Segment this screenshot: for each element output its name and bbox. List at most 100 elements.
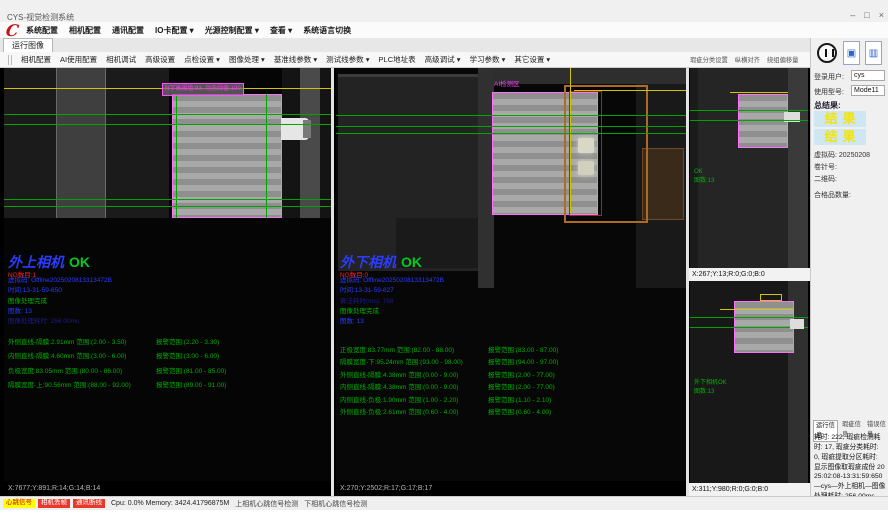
info-line: 图像处理完成 xyxy=(340,307,444,317)
title-bar: CYS-视觉检测系统 – □ × xyxy=(0,0,888,23)
tab-run-image[interactable]: 运行图像 xyxy=(3,38,53,53)
alarm-range: 报警范围:(1.10 - 2.10) xyxy=(488,394,551,406)
toolbar-right-label[interactable]: 瑕疵分类设置 xyxy=(690,55,728,64)
pause-button[interactable] xyxy=(817,43,837,63)
toolbar-item[interactable]: 其它设置 ▾ xyxy=(514,54,550,65)
menu-item[interactable]: 通讯配置 xyxy=(112,25,144,36)
preview-view-bottom[interactable]: 外下相机OK图数:13 xyxy=(690,281,808,483)
toolbar-item[interactable]: 点检设置 ▾ xyxy=(184,54,220,65)
result-ok-badge: OK xyxy=(401,254,422,270)
alarm-range: 报警范围:(94.00 - 97.00) xyxy=(488,356,558,368)
image-workspace: N字高阈值:93, 动态阈值:100 外上相机OK NG数目:1 虚拟码: Of… xyxy=(0,68,810,496)
status-badge[interactable]: 通讯断线 xyxy=(73,499,105,508)
info-line: 图数: 13 xyxy=(8,307,112,317)
close-icon[interactable]: × xyxy=(879,10,884,20)
menu-item[interactable]: 相机配置 xyxy=(69,25,101,36)
info-line: 图像处理完成 xyxy=(8,297,112,307)
needle-number-label: 卷针号: xyxy=(814,162,837,172)
machine-column xyxy=(56,68,106,218)
grid-view-button[interactable]: ▥ xyxy=(865,41,882,65)
measurement-list: 外侧直线-隔膜:2.91mm 范围:(2.00 - 3.50) 报警范围:(2.… xyxy=(8,336,226,393)
model-label: 使用型号: xyxy=(814,87,844,97)
menu-item[interactable]: 光源控制配置 ▾ xyxy=(205,25,259,36)
info-line: 虚拟码: Offline2025020813313472B xyxy=(340,276,444,286)
maximize-icon[interactable]: □ xyxy=(864,10,869,20)
measurement-value: 外侧直线-隔膜:2.91mm 范围:(2.00 - 3.50) xyxy=(8,336,156,350)
menu-item[interactable]: IO卡配置 ▾ xyxy=(155,25,194,36)
toolbar-item[interactable]: PLC地址表 xyxy=(379,54,416,65)
measurement-value: 内侧直线-隔膜:4.38mm 范围:(0.00 - 9.00) xyxy=(340,381,488,393)
mini-line: 图数:13 xyxy=(694,177,714,186)
machine-bar xyxy=(300,68,320,218)
image-view-button[interactable]: ▣ xyxy=(843,41,860,65)
toolbar-item[interactable]: AI使用配置 xyxy=(60,54,97,65)
cpu-memory-status: Cpu: 0.0% Memory: 3424.41796875M xyxy=(111,500,229,507)
run-info-text: 耗时: 222, 瑕疵检测耗时: 17, 瑕疵分类耗时: 0, 瑕疵提取分区耗时… xyxy=(814,433,886,502)
preview-column xyxy=(788,68,808,268)
toolbar-right-labels: 瑕疵分类设置纵横对齐绕组偏移量 xyxy=(690,55,798,64)
measurement-row: 外侧直线-隔膜:4.38mm 范围:(0.00 - 9.00) 报警范围:(2.… xyxy=(340,369,558,381)
measure-line xyxy=(4,199,331,200)
view-separator[interactable] xyxy=(686,68,689,496)
measure-line xyxy=(336,115,686,116)
tab-connector-clip xyxy=(303,120,311,138)
minimize-icon[interactable]: – xyxy=(850,10,855,20)
toolbar-item[interactable]: 学习参数 ▾ xyxy=(469,54,505,65)
status-badge[interactable]: 心跳信号 xyxy=(3,499,35,508)
alarm-range: 报警范围:(3.00 - 6.00) xyxy=(156,350,219,364)
status-badge[interactable]: 相机丢帧 xyxy=(38,499,70,508)
total-result-label: 总结果: xyxy=(814,100,841,111)
info-line: 虚拟码: Offline2025020813313472B xyxy=(8,276,112,286)
status-badges: 心跳信号相机丢帧通讯断线 xyxy=(3,499,105,508)
cursor-coords-preview-bottom: X:311;Y:980;R:0;G:0;B:0 xyxy=(689,483,810,496)
measurement-value: 负极宽度:83.05mm 范围:(80.00 - 86.00) xyxy=(8,365,156,379)
toolbar-right-label[interactable]: 纵横对齐 xyxy=(735,55,760,64)
tab-connector xyxy=(790,319,804,329)
preview-status-text: 外下相机OK图数:13 xyxy=(694,379,727,396)
toolbar-right-label[interactable]: 绕组偏移量 xyxy=(767,55,798,64)
measurement-value: 外侧直线-负极:2.61mm 范围:(0.60 - 4.00) xyxy=(340,406,488,418)
measure-line-vertical xyxy=(266,94,267,218)
upper-camera-heartbeat: 上相机心跳信号检测 xyxy=(235,499,298,509)
alarm-range: 报警范围:(2.00 - 77.00) xyxy=(488,369,555,381)
toolbar-grip[interactable] xyxy=(8,55,12,65)
toolbar-item[interactable]: 相机调试 xyxy=(106,54,136,65)
inner-roi-box xyxy=(569,91,602,216)
login-user-field[interactable]: cys xyxy=(851,70,885,81)
menu-item[interactable]: 系统配置 xyxy=(26,25,58,36)
qr-code-label: 二维码: xyxy=(814,174,837,184)
capture-info: 虚拟码: Offline2025020813313472B时间:13-31-59… xyxy=(340,276,444,327)
virtual-code-line: 虚拟码: 20250208 xyxy=(814,150,870,160)
measurement-row: 外侧直线-隔膜:2.91mm 范围:(2.00 - 3.50) 报警范围:(2.… xyxy=(8,336,226,350)
reflection-spot xyxy=(578,138,594,153)
alarm-range: 报警范围:(2.20 - 3.30) xyxy=(156,336,219,350)
measurement-row: 负极宽度:83.05mm 范围:(80.00 - 86.00) 报警范围:(81… xyxy=(8,365,226,379)
alarm-range: 报警范围:(83.00 - 87.00) xyxy=(488,344,558,356)
measure-line xyxy=(690,110,808,111)
measure-line xyxy=(4,114,331,115)
measure-line xyxy=(690,317,808,318)
toolbar-item[interactable]: 图像处理 ▾ xyxy=(229,54,265,65)
model-field[interactable]: Mode11 xyxy=(851,85,885,96)
lower-camera-heartbeat: 下相机心跳信号检测 xyxy=(304,499,367,509)
toolbar-item[interactable]: 基准线参数 ▾ xyxy=(274,54,317,65)
camera-view-upper[interactable]: N字高阈值:93, 动态阈值:100 外上相机OK NG数目:1 虚拟码: Of… xyxy=(4,68,331,481)
camera-view-lower[interactable]: AI检测区 外下相机OK NG数目:0 虚拟码: Offline20250208… xyxy=(336,68,686,481)
toolbar-item[interactable]: 高级调试 ▾ xyxy=(425,54,461,65)
measurement-row: 隔膜宽度-上:90.56mm 范围:(88.00 - 92.00) 报警范围:(… xyxy=(8,379,226,393)
menu-item[interactable]: 系统语言切换 xyxy=(303,25,351,36)
measure-line xyxy=(4,124,331,125)
capture-info: 虚拟码: Offline2025020813313472B时间:13-31-59… xyxy=(8,276,112,327)
toolbar-item[interactable]: 相机配置 xyxy=(21,54,51,65)
info-line: 图像处理耗时: 256.00ms xyxy=(8,317,112,327)
measurement-value: 隔膜宽度-下:95.24mm 范围:(93.00 - 98.00) xyxy=(340,356,488,368)
toolbar-item[interactable]: 测试线参数 ▾ xyxy=(326,54,369,65)
menu-item[interactable]: 查看 ▾ xyxy=(270,25,292,36)
toolbar-item[interactable]: 高级设置 xyxy=(145,54,175,65)
menu-items: 系统配置相机配置通讯配置 IO卡配置 ▾ 光源控制配置 ▾ 查看 ▾ 系统语言切换 xyxy=(26,22,351,38)
measurement-value: 内侧直线-负极:1.90mm 范围:(1.00 - 2.20) xyxy=(340,394,488,406)
preview-view-top[interactable]: OK图数:13 xyxy=(690,68,808,268)
machine-top-bar xyxy=(494,68,686,84)
image-icon: ▣ xyxy=(847,48,856,59)
view-separator[interactable] xyxy=(331,68,334,496)
